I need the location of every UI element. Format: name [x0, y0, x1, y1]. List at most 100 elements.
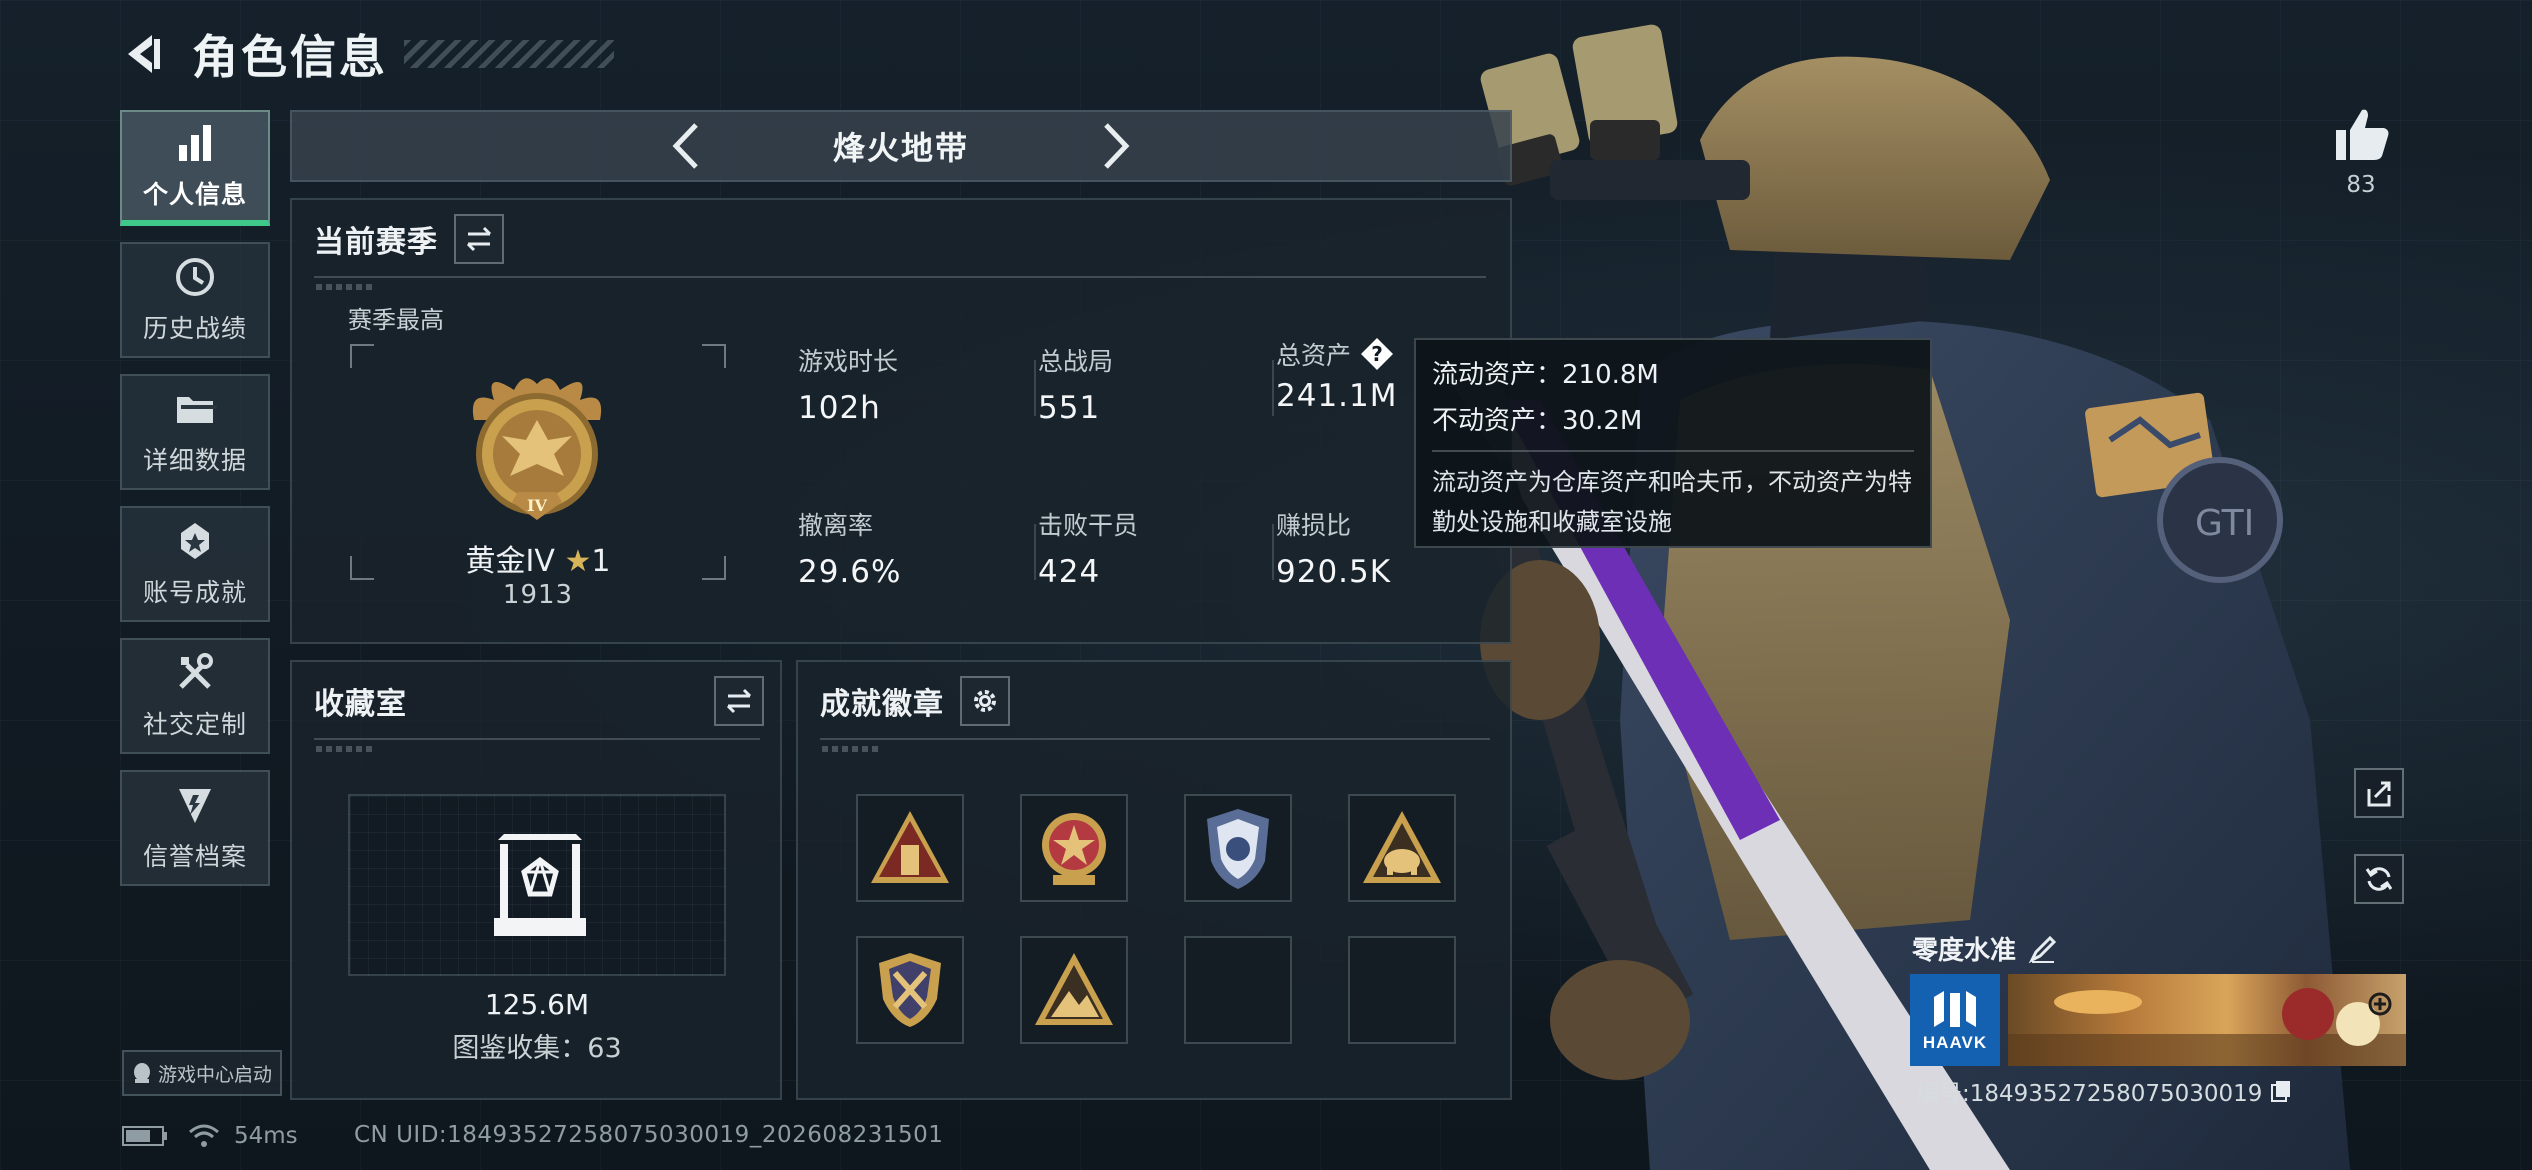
stat-label: 击败干员 [1038, 511, 1139, 540]
collection-value: 125.6M [484, 988, 590, 1021]
thumbs-up-icon[interactable] [2330, 104, 2392, 164]
sidebar-item-achievements[interactable]: 账号成就 [120, 506, 270, 622]
refresh-icon [2365, 867, 2393, 891]
collection-room-panel: 收藏室 125.6M 图鉴收集：63 [290, 660, 782, 1100]
sidebar-item-detailed-data[interactable]: 详细数据 [120, 374, 270, 490]
stat-value: 424 [1038, 554, 1101, 590]
title-decoration [404, 40, 614, 68]
crossed-swords-shield-badge-icon [879, 953, 941, 1027]
badge-slot[interactable] [856, 794, 964, 902]
sidebar-item-social-custom[interactable]: 社交定制 [120, 638, 270, 754]
stat-label: 游戏时长 [798, 347, 899, 376]
player-id-text: 编号:18493527258075030019 [1916, 1081, 2263, 1107]
badge-slot[interactable] [1184, 794, 1292, 902]
sidebar-item-label: 账号成就 [142, 578, 247, 607]
swap-icon [726, 688, 752, 714]
tooltip-description: 流动资产为仓库资产和哈夫币，不动资产为特勤处设施和收藏室设施 [1432, 468, 1912, 536]
back-arrow-icon[interactable] [120, 31, 166, 77]
achievement-badges-panel: 成就徽章 [796, 660, 1512, 1100]
mode-selector: 烽火地带 [290, 110, 1512, 182]
badges-title: 成就徽章 [820, 687, 944, 722]
chevron-left-icon[interactable] [666, 119, 706, 173]
sidebar-item-personal-info[interactable]: 个人信息 [120, 110, 270, 226]
badges-header: 成就徽章 [820, 676, 1010, 726]
stat-separator [1034, 524, 1036, 580]
season-header: 当前赛季 [314, 214, 504, 264]
share-button[interactable] [2354, 768, 2404, 818]
gear-icon [974, 690, 996, 712]
badge-slot[interactable] [1348, 794, 1456, 902]
svg-text:?: ? [1371, 342, 1383, 366]
wifi-icon [189, 1124, 219, 1147]
current-season-panel: 当前赛季 赛季最高 IV 黄金IV ★1 1913 游戏时长 102h 总战局 … [290, 198, 1512, 644]
player-name: 零度水准 [1912, 930, 2058, 967]
brand-logo: HAAVK [1910, 974, 2000, 1066]
collection-switch-button[interactable] [714, 676, 764, 726]
rank-stars: 1 [591, 544, 611, 579]
season-title: 当前赛季 [314, 225, 438, 260]
edit-pencil-icon[interactable] [2028, 934, 2058, 964]
ping-value: 54ms [234, 1123, 298, 1149]
status-bar: 54ms [122, 1118, 358, 1154]
copy-icon[interactable] [2270, 1079, 2292, 1103]
page-title: 角色信息 [192, 30, 388, 84]
stat-value: 29.6% [798, 554, 902, 590]
rank-name: 黄金IV ★1 [350, 536, 726, 580]
badge-slot[interactable] [856, 936, 964, 1044]
star-icon: ★ [564, 544, 592, 579]
collection-header: 收藏室 [314, 676, 764, 726]
collection-title: 收藏室 [314, 687, 407, 722]
gold-rank-badge-icon: IV [472, 378, 602, 520]
stat-separator [1272, 524, 1274, 580]
sidebar-item-label: 社交定制 [142, 710, 247, 739]
game-center-launch-button[interactable]: 游戏中心启动 [122, 1050, 282, 1096]
stat-total-matches: 总战局 551 [1038, 342, 1258, 426]
stat-label: 总战局 [1038, 347, 1114, 376]
svg-text:GTI: GTI [2195, 503, 2254, 544]
stat-extraction-rate: 撤离率 29.6% [798, 506, 1018, 590]
tooltip-divider [1432, 450, 1914, 452]
folder-icon [177, 397, 217, 423]
badge-slot[interactable] [1020, 936, 1128, 1044]
elephant-triangle-badge-icon [1363, 811, 1441, 883]
sidebar-item-label: 历史战绩 [142, 314, 247, 343]
season-switch-button[interactable] [454, 214, 504, 264]
frame-corner [702, 344, 726, 368]
credit-icon [179, 789, 211, 823]
rank-score: 1913 [502, 580, 574, 610]
bar-chart-icon [179, 125, 211, 161]
stat-value: 102h [798, 390, 881, 426]
tooltip-fixed-assets: 不动资产：30.2M [1432, 406, 1643, 436]
season-divider [314, 276, 1486, 278]
achievement-icon [181, 523, 209, 559]
badges-divider [820, 738, 1490, 740]
sidebar-item-history[interactable]: 历史战绩 [120, 242, 270, 358]
mode-label: 烽火地带 [832, 129, 969, 167]
stat-value: 920.5K [1276, 554, 1392, 590]
vault-display[interactable] [348, 794, 726, 976]
decoration [316, 284, 376, 290]
assets-tooltip: 流动资产：210.8M 不动资产：30.2M 流动资产为仓库资产和哈夫币，不动资… [1414, 338, 1932, 548]
help-icon[interactable]: ? [1359, 336, 1395, 372]
stat-separator [1272, 360, 1274, 416]
rank-tier: 黄金IV [465, 544, 555, 579]
police-shield-badge-icon [1207, 809, 1269, 889]
badge-slot[interactable] [1020, 794, 1128, 902]
stat-value: 551 [1038, 390, 1101, 426]
clock-icon [176, 258, 214, 296]
chevron-right-icon[interactable] [1096, 119, 1136, 173]
sidebar-item-credit-record[interactable]: 信誉档案 [120, 770, 270, 886]
decoration [316, 746, 376, 752]
collection-divider [314, 738, 760, 740]
mountain-triangle-badge-icon [1035, 953, 1113, 1025]
stat-label: 撤离率 [798, 511, 874, 540]
refresh-button[interactable] [2354, 854, 2404, 904]
account-uid: CN UID:18493527258075030019_202608231501 [354, 1122, 944, 1148]
badges-settings-button[interactable] [960, 676, 1010, 726]
empty-badge-slot[interactable] [1184, 936, 1292, 1044]
game-center-label: 游戏中心启动 [157, 1063, 272, 1086]
empty-badge-slot[interactable] [1348, 936, 1456, 1044]
tooltip-liquid-assets: 流动资产：210.8M [1432, 360, 1659, 390]
player-card-banner[interactable] [2008, 974, 2406, 1066]
haavk-logo-icon [1934, 991, 1976, 1027]
